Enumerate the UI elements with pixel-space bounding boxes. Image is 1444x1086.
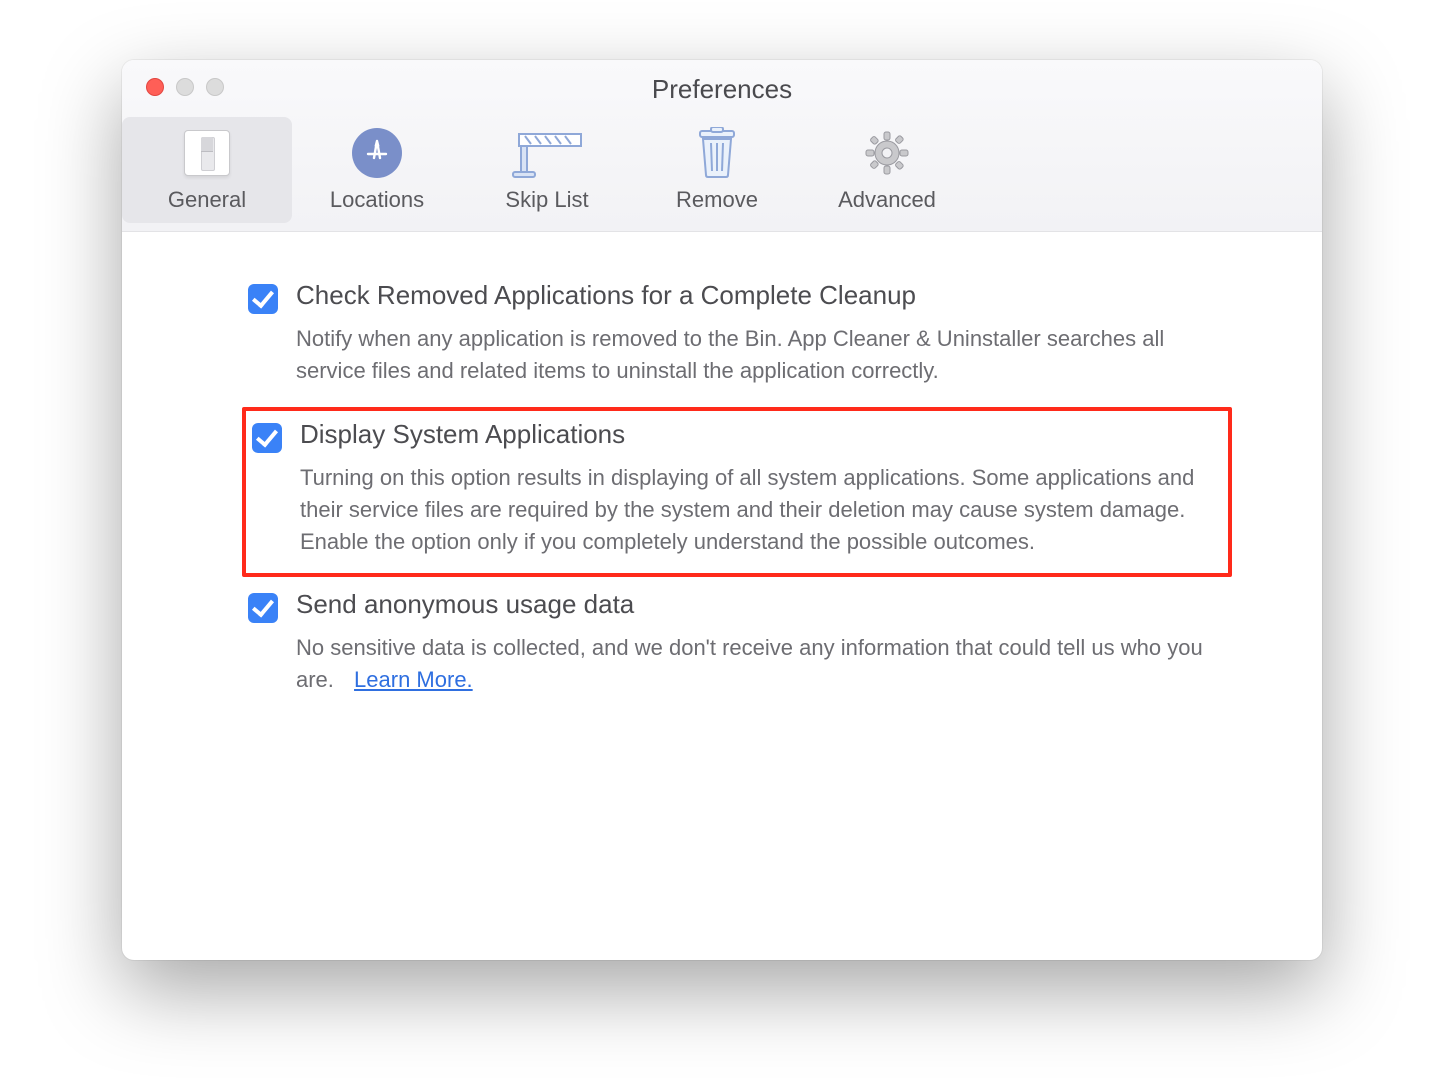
- tab-label: Advanced: [802, 187, 972, 213]
- tab-label: Locations: [292, 187, 462, 213]
- minimize-window-button[interactable]: [176, 78, 194, 96]
- tab-advanced[interactable]: Advanced: [802, 117, 972, 223]
- locations-icon: [292, 125, 462, 181]
- tab-label: Remove: [632, 187, 802, 213]
- option-description: Notify when any application is removed t…: [296, 323, 1226, 387]
- tab-skip-list[interactable]: Skip List: [462, 117, 632, 223]
- tab-label: General: [122, 187, 292, 213]
- option-anonymous-usage: Send anonymous usage data No sensitive d…: [242, 577, 1232, 716]
- skip-list-icon: [462, 125, 632, 181]
- preferences-toolbar: General Locations: [122, 117, 1322, 231]
- zoom-window-button[interactable]: [206, 78, 224, 96]
- option-display-system-apps: Display System Applications Turning on t…: [242, 407, 1232, 578]
- option-description: Turning on this option results in displa…: [300, 462, 1222, 558]
- checkbox-complete-cleanup[interactable]: [248, 284, 278, 314]
- option-complete-cleanup: Check Removed Applications for a Complet…: [242, 268, 1232, 407]
- tab-remove[interactable]: Remove: [632, 117, 802, 223]
- tab-general[interactable]: General: [122, 117, 292, 223]
- general-icon: [122, 125, 292, 181]
- tab-locations[interactable]: Locations: [292, 117, 462, 223]
- titlebar: Preferences General Locations: [122, 60, 1322, 232]
- preferences-window: Preferences General Locations: [122, 60, 1322, 960]
- close-window-button[interactable]: [146, 78, 164, 96]
- option-title: Display System Applications: [300, 419, 1222, 450]
- window-title: Preferences: [122, 74, 1322, 117]
- gear-icon: [802, 125, 972, 181]
- window-controls: [122, 78, 224, 96]
- option-title: Send anonymous usage data: [296, 589, 1226, 620]
- option-description: No sensitive data is collected, and we d…: [296, 632, 1226, 696]
- tab-label: Skip List: [462, 187, 632, 213]
- option-title: Check Removed Applications for a Complet…: [296, 280, 1226, 311]
- learn-more-link[interactable]: Learn More.: [354, 667, 473, 692]
- preferences-content: Check Removed Applications for a Complet…: [122, 232, 1322, 960]
- checkbox-display-system-apps[interactable]: [252, 423, 282, 453]
- trash-icon: [632, 125, 802, 181]
- checkbox-anonymous-usage[interactable]: [248, 593, 278, 623]
